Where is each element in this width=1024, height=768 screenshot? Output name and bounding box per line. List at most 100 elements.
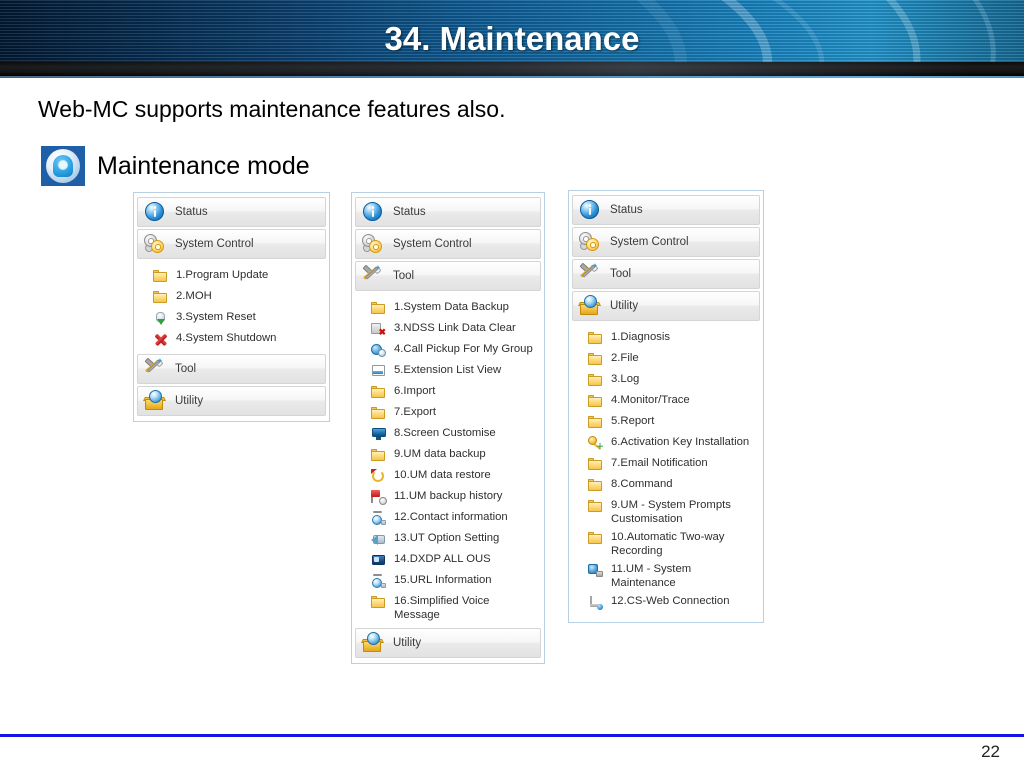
menu-header-label: Tool: [175, 363, 197, 375]
menu-item[interactable]: 13.UT Option Setting: [355, 529, 541, 550]
menu-header-utility[interactable]: Utility: [572, 291, 760, 321]
folder-icon: [153, 269, 168, 283]
folder-icon: [588, 531, 603, 545]
menu-item[interactable]: 1.Program Update: [137, 266, 326, 287]
menu-item-label: 9.UM - System Prompts Customisation: [611, 499, 731, 525]
banner-bottom-glow: [0, 76, 1024, 78]
menu-item[interactable]: 3.System Reset: [137, 308, 326, 329]
menu-header-tool[interactable]: ✦ Tool: [355, 261, 541, 291]
menu-item-label: 12.CS-Web Connection: [611, 595, 730, 607]
menu-item[interactable]: 2.File: [572, 349, 760, 370]
menu-header-label: Status: [175, 206, 208, 218]
menu-item[interactable]: 11.UM backup history: [355, 487, 541, 508]
menu-header-label: Status: [393, 206, 426, 218]
menu-item-label: 2.File: [611, 352, 639, 364]
menu-item-label: 13.UT Option Setting: [394, 532, 500, 544]
menu-item-label: 5.Extension List View: [394, 364, 502, 376]
menu-item-label: 10.Automatic Two-way Recording: [611, 531, 725, 557]
menu-item[interactable]: 7.Export: [355, 403, 541, 424]
menu-item-label: 14.DXDP ALL OUS: [394, 553, 491, 565]
page-title: 34. Maintenance: [384, 20, 640, 57]
menu-header-system-control[interactable]: System Control: [137, 229, 326, 259]
menu-header-tool[interactable]: ✦ Tool: [572, 259, 760, 289]
folder-icon: [371, 385, 386, 399]
menu-item[interactable]: 11.UM - System Maintenance: [572, 560, 760, 592]
menu-item[interactable]: 9.UM - System Prompts Customisation: [572, 496, 760, 528]
menu-item-label: 11.UM - System Maintenance: [611, 563, 692, 589]
menu-item-label: 16.Simplified Voice Message: [394, 595, 490, 621]
folder-icon: [371, 595, 386, 609]
menu-item[interactable]: 3.Log: [572, 370, 760, 391]
document-delete-icon: ✖: [371, 322, 386, 337]
menu-header-tool[interactable]: ✦ Tool: [137, 354, 326, 384]
menu-item[interactable]: 12.Contact information: [355, 508, 541, 529]
menu-item[interactable]: 7.Email Notification: [572, 454, 760, 475]
menu-header-label: Tool: [610, 268, 632, 280]
folder-icon: [588, 499, 603, 513]
menu-header-label: Utility: [175, 395, 204, 407]
tools-icon: ✦: [362, 264, 384, 287]
menu-item[interactable]: ✖ 3.NDSS Link Data Clear: [355, 319, 541, 340]
menu-item[interactable]: 4.Monitor/Trace: [572, 391, 760, 412]
menu-item[interactable]: 5.Report: [572, 412, 760, 433]
menu-item-label: 9.UM data backup: [394, 448, 486, 460]
menu-item-label: 8.Screen Customise: [394, 427, 496, 439]
info-icon: [579, 199, 601, 221]
red-x-icon: [153, 332, 168, 346]
menu-header-status[interactable]: Status: [572, 195, 760, 225]
maintenance-mode-label: Maintenance mode: [97, 151, 310, 180]
menu-item-label: 4.Call Pickup For My Group: [394, 343, 533, 355]
utility-box-icon: [143, 390, 166, 412]
menu-header-system-control[interactable]: System Control: [355, 229, 541, 259]
menu-header-label: System Control: [610, 236, 689, 248]
menu-header-label: System Control: [175, 238, 254, 250]
footer-accent-line: [0, 734, 1024, 737]
menu-item-label: 12.Contact information: [394, 511, 508, 523]
menu-header-status[interactable]: Status: [137, 197, 326, 227]
menu-item-label: 10.UM data restore: [394, 469, 491, 481]
menu-item[interactable]: 16.Simplified Voice Message: [355, 592, 541, 624]
page-number: 22: [981, 742, 1000, 761]
folder-icon: [371, 406, 386, 420]
menu-item[interactable]: 10.UM data restore: [355, 466, 541, 487]
banner-dark-bar-sheen: [0, 62, 1024, 76]
menu-item[interactable]: 12.CS-Web Connection: [572, 592, 760, 613]
menu-item-label: 1.System Data Backup: [394, 301, 509, 313]
menu-panel-utility: Status System Control ✦ Tool Utility 1.Diagno…: [568, 190, 764, 623]
intro-text: Web-MC supports maintenance features als…: [38, 96, 506, 122]
menu-item[interactable]: 8.Screen Customise: [355, 424, 541, 445]
folder-icon: [588, 415, 603, 429]
info-icon: [362, 201, 384, 223]
menu-item[interactable]: 9.UM data backup: [355, 445, 541, 466]
menu-item-label: 7.Export: [394, 406, 437, 418]
um-maintenance-icon: [588, 563, 603, 577]
menu-item[interactable]: 8.Command: [572, 475, 760, 496]
menu-item[interactable]: ＋ 6.Activation Key Installation: [572, 433, 760, 454]
menu-header-system-control[interactable]: System Control: [572, 227, 760, 257]
contact-info-icon: [371, 511, 386, 525]
menu-header-utility[interactable]: Utility: [355, 628, 541, 658]
menu-item-label: 11.UM backup history: [394, 490, 503, 502]
menu-item[interactable]: 4.Call Pickup For My Group: [355, 340, 541, 361]
menu-item[interactable]: 10.Automatic Two-way Recording: [572, 528, 760, 560]
folder-icon: [588, 331, 603, 345]
menu-item[interactable]: 1.Diagnosis: [572, 328, 760, 349]
menu-item[interactable]: 14.DXDP ALL OUS: [355, 550, 541, 571]
menu-item[interactable]: 4.System Shutdown: [137, 329, 326, 350]
folder-icon: [588, 373, 603, 387]
menu-header-status[interactable]: Status: [355, 197, 541, 227]
folder-icon: [588, 457, 603, 471]
menu-item[interactable]: 6.Import: [355, 382, 541, 403]
menu-item[interactable]: 15.URL Information: [355, 571, 541, 592]
restore-icon: [371, 469, 386, 483]
menu-item[interactable]: 1.System Data Backup: [355, 298, 541, 319]
menu-header-utility[interactable]: Utility: [137, 386, 326, 416]
menu-item[interactable]: 5.Extension List View: [355, 361, 541, 382]
monitor-icon: [371, 427, 386, 441]
utility-box-icon: [578, 295, 601, 317]
gears-icon: [362, 233, 384, 255]
contact-info-icon: [371, 574, 386, 588]
menu-item[interactable]: 2.MOH: [137, 287, 326, 308]
folder-icon: [371, 448, 386, 462]
option-setting-icon: [371, 532, 386, 546]
